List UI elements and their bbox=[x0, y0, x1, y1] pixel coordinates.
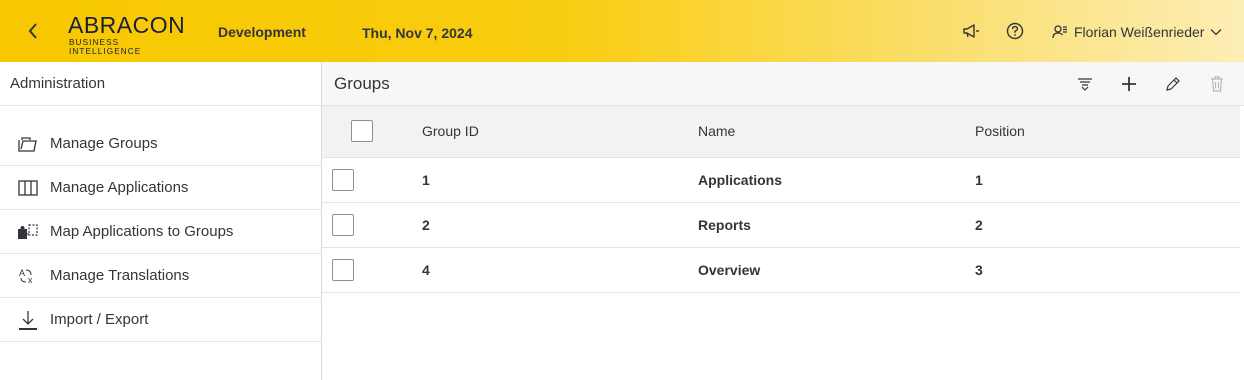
svg-text:x: x bbox=[28, 275, 33, 285]
sidebar-item-label: Manage Groups bbox=[50, 135, 158, 152]
cell-group-id: 2 bbox=[422, 216, 430, 233]
edit-button[interactable] bbox=[1161, 73, 1185, 95]
sidebar-item-manage-groups[interactable]: Manage Groups bbox=[0, 122, 321, 166]
sort-button[interactable] bbox=[1073, 73, 1097, 95]
svg-text:A: A bbox=[19, 268, 25, 278]
sort-icon bbox=[1078, 78, 1092, 91]
page-header: Groups bbox=[322, 62, 1244, 106]
row-checkbox[interactable] bbox=[332, 258, 354, 281]
help-button[interactable] bbox=[1004, 20, 1026, 42]
cell-name: Overview bbox=[698, 261, 761, 278]
environment-label: Development bbox=[218, 24, 306, 40]
chevron-down-icon bbox=[1211, 29, 1222, 36]
logo-subtitle: BUSINESS INTELLIGENCE bbox=[69, 38, 142, 56]
column-header-name[interactable]: Name bbox=[698, 106, 975, 157]
cell-name: Applications bbox=[698, 171, 783, 188]
sidebar-item-manage-translations[interactable]: Ax Manage Translations bbox=[0, 254, 321, 298]
column-header-group-id[interactable]: Group ID bbox=[422, 106, 698, 157]
row-checkbox[interactable] bbox=[332, 168, 354, 191]
chevron-left-icon bbox=[28, 23, 37, 39]
back-button[interactable] bbox=[22, 20, 44, 42]
delete-button[interactable] bbox=[1205, 73, 1229, 95]
sidebar-item-map-applications[interactable]: Map Applications to Groups bbox=[0, 210, 321, 254]
sidebar-item-label: Manage Applications bbox=[50, 179, 189, 196]
user-menu[interactable]: Florian Weißenrieder bbox=[1052, 22, 1222, 42]
user-name: Florian Weißenrieder bbox=[1074, 24, 1205, 40]
current-date: Thu, Nov 7, 2024 bbox=[362, 25, 473, 41]
select-all-checkbox[interactable] bbox=[351, 120, 373, 143]
add-button[interactable] bbox=[1117, 73, 1141, 95]
logo-text: ABRACON bbox=[68, 12, 186, 38]
cell-position: 3 bbox=[975, 261, 983, 278]
cell-position: 1 bbox=[975, 171, 983, 188]
user-settings-icon bbox=[1052, 25, 1067, 39]
cell-name: Reports bbox=[698, 216, 751, 233]
puzzle-icon bbox=[0, 223, 50, 241]
sidebar-list: Manage Groups Manage Applications Map Ap… bbox=[0, 122, 321, 342]
main-panel: Groups Group ID Name Position 1 Applicat… bbox=[322, 62, 1244, 380]
sidebar-item-import-export[interactable]: Import / Export bbox=[0, 298, 321, 342]
select-all-cell bbox=[322, 106, 422, 157]
sidebar-item-label: Map Applications to Groups bbox=[50, 223, 234, 240]
plus-icon bbox=[1122, 77, 1136, 91]
table-row[interactable]: 4 Overview 3 bbox=[322, 247, 1240, 292]
folder-icon bbox=[0, 136, 50, 152]
megaphone-icon bbox=[963, 24, 979, 38]
shell-header: ABRACON BUSINESS INTELLIGENCE Developmen… bbox=[0, 0, 1244, 62]
sidebar-item-label: Import / Export bbox=[50, 311, 149, 328]
table-row[interactable]: 2 Reports 2 bbox=[322, 202, 1240, 247]
table-header-row: Group ID Name Position bbox=[322, 106, 1240, 157]
column-header-position[interactable]: Position bbox=[975, 106, 1240, 157]
sidebar-item-label: Manage Translations bbox=[50, 267, 190, 284]
cell-position: 2 bbox=[975, 216, 983, 233]
pencil-icon bbox=[1166, 77, 1180, 91]
table-row[interactable]: 1 Applications 1 bbox=[322, 157, 1240, 202]
help-icon bbox=[1006, 22, 1024, 40]
translate-icon: Ax bbox=[0, 267, 50, 285]
sidebar-item-manage-applications[interactable]: Manage Applications bbox=[0, 166, 321, 210]
sidebar: Administration Manage Groups Manage Appl… bbox=[0, 62, 322, 380]
trash-icon bbox=[1211, 76, 1223, 92]
company-logo[interactable]: ABRACON BUSINESS INTELLIGENCE bbox=[68, 12, 192, 57]
sidebar-title: Administration bbox=[0, 62, 321, 106]
download-icon bbox=[0, 310, 50, 330]
columns-icon bbox=[0, 179, 50, 196]
cell-group-id: 1 bbox=[422, 171, 430, 188]
notifications-button[interactable] bbox=[960, 20, 982, 42]
row-checkbox[interactable] bbox=[332, 213, 354, 236]
page-title: Groups bbox=[334, 73, 390, 93]
cell-group-id: 4 bbox=[422, 261, 430, 278]
groups-table: Group ID Name Position 1 Applications 1 … bbox=[322, 106, 1240, 293]
